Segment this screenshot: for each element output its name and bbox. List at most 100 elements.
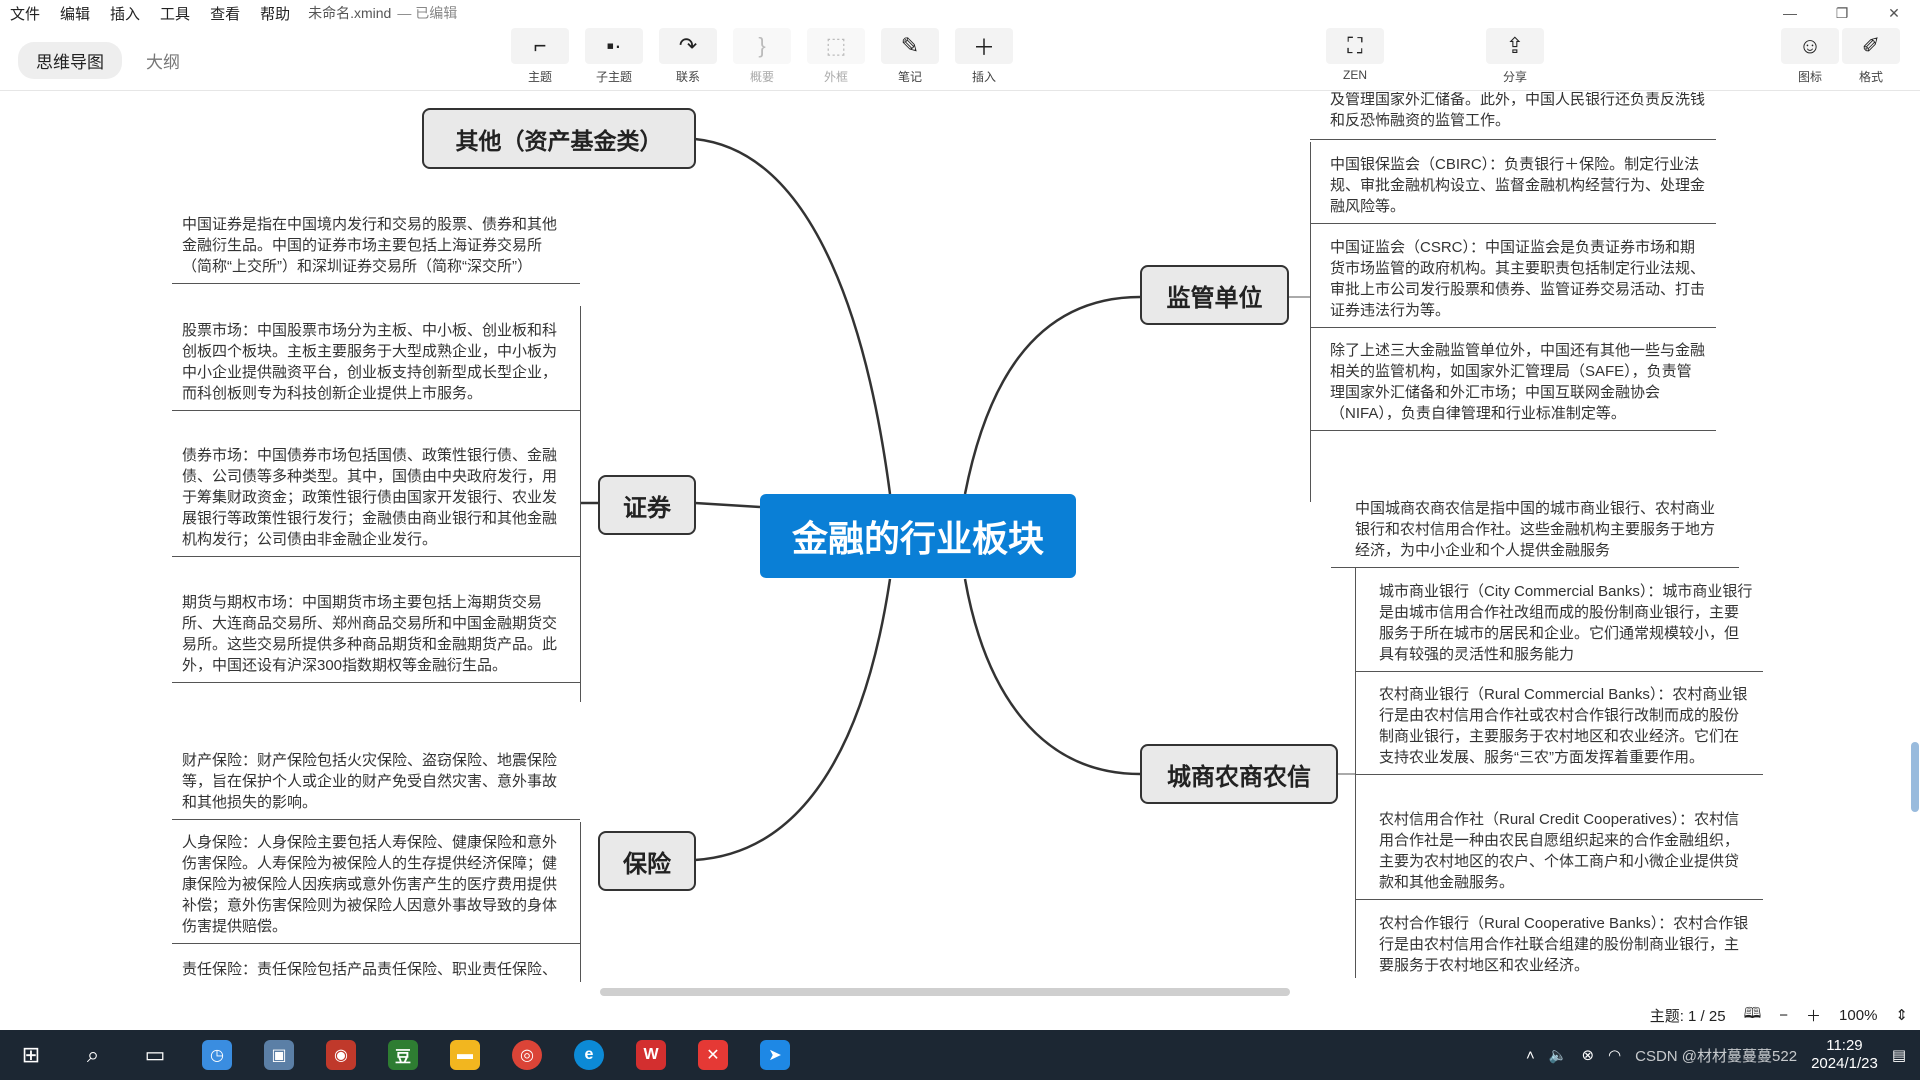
- subtopic-button[interactable]: ▪· 子主题: [584, 28, 644, 85]
- note-reg-other[interactable]: 除了上述三大金融监管单位外，中国还有其他一些与金融相关的监管机构，如国家外汇管理…: [1310, 340, 1716, 431]
- fullscreen-icon: ⛶: [1326, 28, 1384, 64]
- menu-file[interactable]: 文件: [0, 3, 50, 24]
- toolbar: 思维导图 大纲 ⌐ 主题 ▪· 子主题 ↷ 联系 } 概要 ⬚ 外框 ✎ 笔记 ＋插入 ⛶ Z…: [0, 26, 1920, 91]
- close-circle-icon[interactable]: ⊗: [1581, 1046, 1594, 1064]
- horizontal-scroll-thumb[interactable]: [600, 988, 1290, 996]
- zen-button[interactable]: ⛶ ZEN: [1325, 28, 1385, 82]
- note-sec-intro[interactable]: 中国证券是指在中国境内发行和交易的股票、债券和其他金融衍生品。中国的证券市场主要…: [172, 214, 580, 284]
- taskbar-app-2[interactable]: ▣: [248, 1030, 310, 1080]
- app-icon: ◷: [202, 1040, 232, 1070]
- note-cr-rural-coop[interactable]: 农村合作银行（Rural Cooperative Banks）：农村合作银行是由…: [1355, 913, 1763, 982]
- note-cr-rural-credit[interactable]: 农村信用合作社（Rural Credit Cooperatives）：农村信用合…: [1355, 809, 1763, 900]
- window-controls: — ❐ ✕: [1764, 0, 1920, 26]
- clock-date: 2024/1/23: [1811, 1055, 1878, 1072]
- note-ins-liability[interactable]: 责任保险：责任保险包括产品责任保险、职业责任保险、: [172, 959, 580, 980]
- status-bar: 主题: 1 / 25 🕮 − ＋ 100% ⇕: [0, 1000, 1920, 1030]
- note-cr-intro[interactable]: 中国城商农商农信是指中国的城市商业银行、农村商业银行和农村信用合作社。这些金融机…: [1331, 498, 1739, 568]
- branch-insurance[interactable]: 保险: [598, 831, 696, 891]
- note-cr-rural-comm[interactable]: 农村商业银行（Rural Commercial Banks）：农村商业银行是由农…: [1355, 684, 1763, 775]
- note-icon: ✎: [881, 28, 939, 64]
- search-icon[interactable]: ⌕: [62, 1030, 124, 1080]
- app-icon: ▣: [264, 1040, 294, 1070]
- note-button[interactable]: ✎ 笔记: [880, 28, 940, 85]
- link-securities: [694, 501, 761, 509]
- taskbar-xmind[interactable]: ✕: [682, 1030, 744, 1080]
- taskbar-app-1[interactable]: ◷: [186, 1030, 248, 1080]
- view-tabs: 思维导图 大纲: [18, 42, 198, 79]
- app-icon: ◉: [326, 1040, 356, 1070]
- topic-button[interactable]: ⌐ 主题: [510, 28, 570, 85]
- relation-button[interactable]: ↷ 联系: [658, 28, 718, 85]
- tab-mindmap[interactable]: 思维导图: [18, 42, 122, 79]
- horizontal-scrollbar[interactable]: [0, 984, 1920, 998]
- note-sec-stock[interactable]: 股票市场：中国股票市场分为主板、中小板、创业板和科创板四个板块。主板主要服务于大…: [172, 320, 580, 411]
- taskbar-file-explorer[interactable]: ▬: [434, 1030, 496, 1080]
- folder-icon: ▬: [450, 1040, 480, 1070]
- taskbar-chrome[interactable]: ◎: [496, 1030, 558, 1080]
- note-ins-property[interactable]: 财产保险：财产保险包括火灾保险、盗窃保险、地震保险等，旨在保护个人或企业的财产免…: [172, 750, 580, 820]
- format-panel-button[interactable]: ✐ 格式: [1841, 28, 1901, 85]
- share-button[interactable]: ⇪ 分享: [1485, 28, 1545, 85]
- link-city-rural: [963, 578, 1141, 776]
- mindmap-canvas[interactable]: 金融的行业板块 其他（资产基金类） 证券 保险 监管单位 城商农商农信 中国证券…: [0, 92, 1920, 982]
- zoom-out-icon[interactable]: −: [1779, 1007, 1788, 1024]
- tab-outline[interactable]: 大纲: [128, 42, 198, 79]
- edge-icon: e: [574, 1040, 604, 1070]
- topic-icon: ⌐: [511, 28, 569, 64]
- vertical-scrollbar[interactable]: [1908, 92, 1920, 982]
- task-view-icon[interactable]: ▭: [124, 1030, 186, 1080]
- map-icon[interactable]: 🕮: [1744, 1003, 1762, 1028]
- note-reg-cbirc[interactable]: 中国银保监会（CBIRC）：负责银行＋保险。制定行业法规、审批金融机构设立、监督…: [1310, 154, 1716, 224]
- relation-icon: ↷: [659, 28, 717, 64]
- notification-icon[interactable]: ▤: [1892, 1046, 1906, 1064]
- clock[interactable]: 11:29 2024/1/23: [1811, 1037, 1878, 1073]
- insert-button[interactable]: ＋插入: [954, 28, 1014, 85]
- document-status: — 已编辑: [397, 5, 458, 21]
- menu-edit[interactable]: 编辑: [50, 3, 100, 24]
- taskbar-wps[interactable]: W: [620, 1030, 682, 1080]
- note-reg-top[interactable]: 及管理国家外汇储备。此外，中国人民银行还负责反洗钱和反恐怖融资的监管工作。: [1310, 92, 1716, 140]
- securities-bracket: [580, 306, 581, 702]
- maximize-icon[interactable]: ❐: [1816, 0, 1868, 26]
- clock-time: 11:29: [1826, 1037, 1863, 1054]
- share-icon: ⇪: [1486, 28, 1544, 64]
- menu-insert[interactable]: 插入: [100, 3, 150, 24]
- zoom-in-icon[interactable]: ＋: [1806, 1005, 1821, 1026]
- vertical-scroll-thumb[interactable]: [1911, 742, 1919, 812]
- zoom-level[interactable]: 100%: [1839, 1007, 1877, 1024]
- branch-regulator[interactable]: 监管单位: [1140, 265, 1289, 325]
- windows-start-icon[interactable]: ⊞: [0, 1030, 62, 1080]
- menu-help[interactable]: 帮助: [250, 3, 300, 24]
- taskbar-edge[interactable]: e: [558, 1030, 620, 1080]
- note-ins-life[interactable]: 人身保险：人身保险主要包括人寿保险、健康保险和意外伤害保险。人寿保险为被保险人的…: [172, 832, 580, 944]
- icon-panel-button[interactable]: ☺ 图标: [1780, 28, 1840, 85]
- menu-tools[interactable]: 工具: [150, 3, 200, 24]
- taskbar-app-4[interactable]: 豆: [372, 1030, 434, 1080]
- minimize-icon[interactable]: —: [1764, 0, 1816, 26]
- app-icon: 豆: [388, 1040, 418, 1070]
- branch-other[interactable]: 其他（资产基金类）: [422, 108, 696, 169]
- boundary-button[interactable]: ⬚ 外框: [806, 28, 866, 85]
- app-icon: ➤: [760, 1040, 790, 1070]
- note-reg-csrc[interactable]: 中国证监会（CSRC）：中国证监会是负责证券市场和期货市场监管的政府机构。其主要…: [1310, 237, 1716, 328]
- smiley-icon: ☺: [1781, 28, 1839, 64]
- volume-icon[interactable]: 🔈: [1549, 1046, 1568, 1064]
- xmind-icon: ✕: [698, 1040, 728, 1070]
- note-sec-futures[interactable]: 期货与期权市场：中国期货市场主要包括上海期货交易所、大连商品交易所、郑州商品交易…: [172, 592, 580, 683]
- note-cr-city[interactable]: 城市商业银行（City Commercial Banks）：城市商业银行是由城市…: [1355, 581, 1763, 672]
- taskbar-app-3[interactable]: ◉: [310, 1030, 372, 1080]
- zoom-stepper-icon[interactable]: ⇕: [1895, 1006, 1908, 1024]
- central-topic[interactable]: 金融的行业板块: [760, 494, 1076, 578]
- wifi-icon[interactable]: ◠: [1608, 1046, 1621, 1064]
- note-sec-bond[interactable]: 债券市场：中国债券市场包括国债、政策性银行债、金融债、公司债等多种类型。其中，国…: [172, 445, 580, 557]
- menu-view[interactable]: 查看: [200, 3, 250, 24]
- chevron-up-icon[interactable]: ˄: [1526, 1047, 1535, 1064]
- branch-city-rural[interactable]: 城商农商农信: [1140, 744, 1338, 804]
- close-icon[interactable]: ✕: [1868, 0, 1920, 26]
- wps-icon: W: [636, 1040, 666, 1070]
- branch-securities[interactable]: 证券: [598, 475, 696, 535]
- menu-bar: 文件 编辑 插入 工具 查看 帮助 未命名.xmind — 已编辑: [0, 0, 1920, 26]
- document-title: 未命名.xmind — 已编辑: [308, 3, 457, 23]
- summary-button[interactable]: } 概要: [732, 28, 792, 85]
- taskbar-app-feishu[interactable]: ➤: [744, 1030, 806, 1080]
